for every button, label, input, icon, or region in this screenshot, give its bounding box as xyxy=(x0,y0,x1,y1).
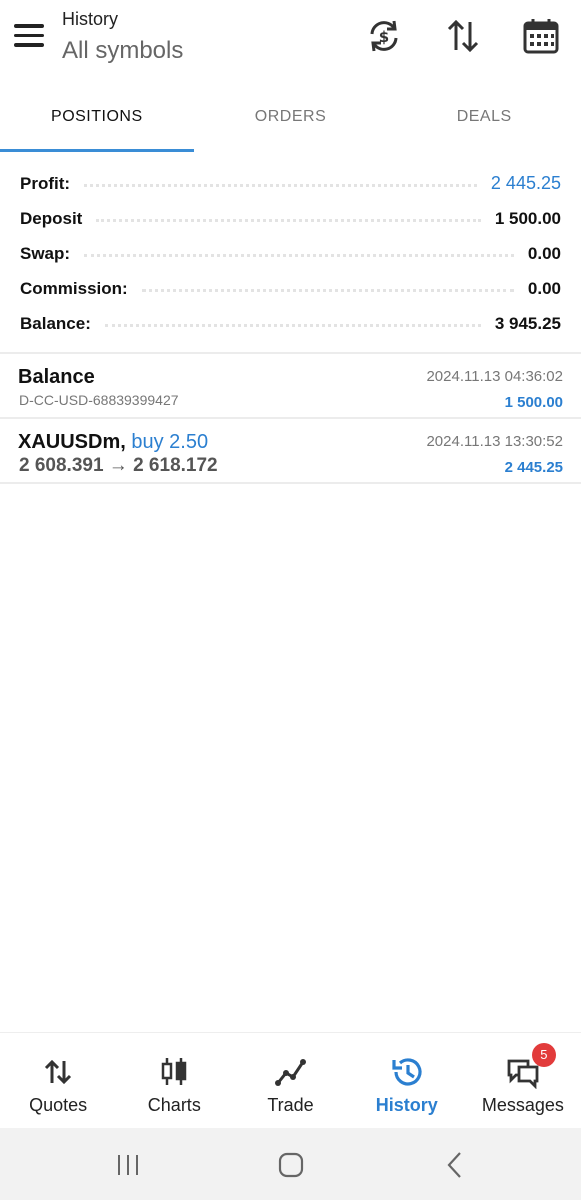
menu-icon[interactable] xyxy=(14,24,46,50)
home-icon[interactable] xyxy=(274,1148,308,1182)
balance-value: 3 945.25 xyxy=(494,313,561,333)
dotted-leader xyxy=(141,289,514,292)
dotted-leader xyxy=(84,184,477,187)
history-row-balance[interactable]: Balance D-CC-USD-68839399427 2024.11.13 … xyxy=(0,354,581,418)
nav-label: Messages xyxy=(481,1095,564,1115)
divider xyxy=(0,482,581,484)
tab-positions[interactable]: POSITIONS xyxy=(0,92,194,152)
row-subtitle: D-CC-USD-68839399427 xyxy=(19,392,179,408)
system-nav-bar xyxy=(0,1128,581,1200)
quotes-icon xyxy=(41,1055,75,1089)
nav-trade[interactable]: Trade xyxy=(232,1033,348,1128)
commission-value: 0.00 xyxy=(527,278,561,298)
history-icon xyxy=(390,1055,424,1089)
tab-bar: POSITIONS ORDERS DEALS xyxy=(0,92,581,152)
nav-label: Trade xyxy=(267,1095,314,1115)
deposit-label: Deposit xyxy=(20,208,83,228)
row-direction: buy 2.50 xyxy=(131,431,209,453)
nav-label: Charts xyxy=(147,1095,201,1115)
summary-row-profit: Profit: 2 445.25 xyxy=(0,166,581,201)
row-time: 2024.11.13 04:36:02 xyxy=(426,368,563,385)
calendar-icon[interactable] xyxy=(521,16,561,56)
row-amount: 2 445.25 xyxy=(504,459,563,476)
nav-quotes[interactable]: Quotes xyxy=(0,1033,116,1128)
page-title: History xyxy=(62,9,119,29)
dotted-leader xyxy=(84,254,514,257)
summary-row-swap: Swap: 0.00 xyxy=(0,236,581,271)
summary-row-balance: Balance: 3 945.25 xyxy=(0,306,581,341)
swap-label: Swap: xyxy=(20,243,71,263)
trade-icon xyxy=(274,1055,308,1089)
commission-label: Commission: xyxy=(20,278,128,298)
dotted-leader xyxy=(96,219,481,222)
balance-label: Balance: xyxy=(20,313,91,333)
charts-icon xyxy=(157,1055,191,1089)
currency-exchange-icon[interactable]: $ xyxy=(364,16,404,56)
summary-row-commission: Commission: 0.00 xyxy=(0,271,581,306)
row-title: Balance xyxy=(18,366,95,388)
swap-value: 0.00 xyxy=(527,243,561,263)
summary-panel: Profit: 2 445.25 Deposit 1 500.00 Swap: … xyxy=(0,166,581,341)
row-prices: 2 608.391 → 2 618.172 xyxy=(19,455,218,476)
sort-icon[interactable] xyxy=(443,16,483,56)
nav-label: Quotes xyxy=(29,1095,88,1115)
recent-apps-icon[interactable] xyxy=(112,1148,146,1182)
dotted-leader xyxy=(104,324,481,327)
tab-deals[interactable]: DEALS xyxy=(387,92,581,152)
row-title: XAUUSDm, buy 2.50 xyxy=(18,431,208,454)
svg-text:$: $ xyxy=(379,28,389,46)
summary-row-deposit: Deposit 1 500.00 xyxy=(0,201,581,236)
nav-history[interactable]: History xyxy=(349,1033,465,1128)
profit-value: 2 445.25 xyxy=(490,173,561,193)
history-row-position[interactable]: XAUUSDm, buy 2.50 2 608.391 → 2 618.172 … xyxy=(0,419,581,483)
row-amount: 1 500.00 xyxy=(504,394,563,411)
back-icon[interactable] xyxy=(438,1148,472,1182)
row-symbol: XAUUSDm, xyxy=(18,431,126,453)
bottom-nav: Quotes Charts Trade History 5 Messages xyxy=(0,1032,581,1128)
nav-messages[interactable]: 5 Messages xyxy=(465,1033,581,1128)
symbol-filter[interactable]: All symbols xyxy=(62,37,183,65)
nav-label: History xyxy=(375,1095,438,1115)
deposit-value: 1 500.00 xyxy=(494,208,561,228)
message-count-badge: 5 xyxy=(531,1043,556,1067)
nav-charts[interactable]: Charts xyxy=(116,1033,232,1128)
row-time: 2024.11.13 13:30:52 xyxy=(426,433,563,450)
profit-label: Profit: xyxy=(20,173,71,193)
app-header: History All symbols $ xyxy=(0,0,581,88)
tab-orders[interactable]: ORDERS xyxy=(194,92,388,152)
